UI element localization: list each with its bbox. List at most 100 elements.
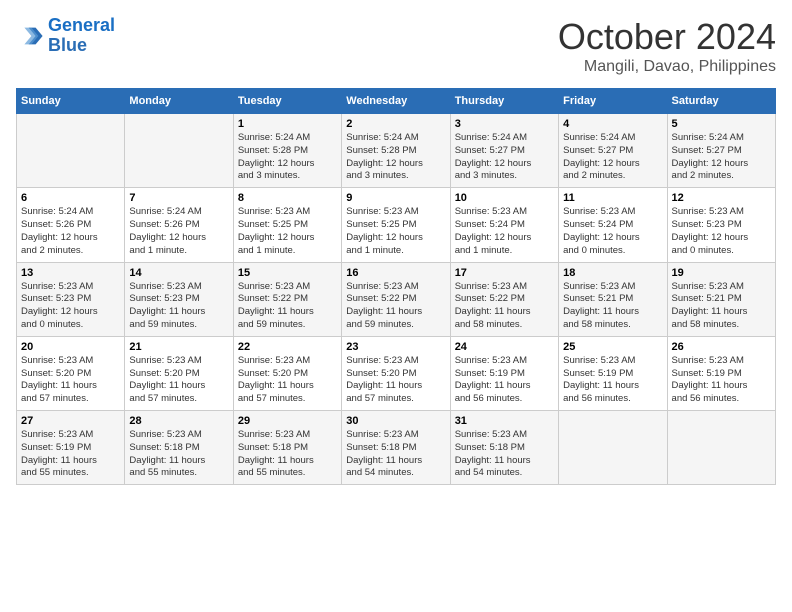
calendar-cell: 9 Sunrise: 5:23 AM Sunset: 5:25 PM Daylig…	[342, 188, 450, 262]
day-info: Sunrise: 5:23 AM Sunset: 5:19 PM Dayligh…	[21, 429, 120, 480]
calendar-cell: 21 Sunrise: 5:23 AM Sunset: 5:20 PM Dayli…	[125, 336, 233, 410]
day-info: Sunrise: 5:23 AM Sunset: 5:22 PM Dayligh…	[455, 281, 554, 332]
day-info: Sunrise: 5:23 AM Sunset: 5:19 PM Dayligh…	[455, 355, 554, 406]
day-info: Sunrise: 5:23 AM Sunset: 5:23 PM Dayligh…	[129, 281, 228, 332]
day-info: Sunrise: 5:23 AM Sunset: 5:21 PM Dayligh…	[563, 281, 662, 332]
day-number: 14	[129, 267, 228, 279]
day-info: Sunrise: 5:23 AM Sunset: 5:20 PM Dayligh…	[238, 355, 337, 406]
calendar-week-row: 6 Sunrise: 5:24 AM Sunset: 5:26 PM Daylig…	[17, 188, 776, 262]
day-number: 6	[21, 192, 120, 204]
day-number: 29	[238, 415, 337, 427]
day-info: Sunrise: 5:23 AM Sunset: 5:20 PM Dayligh…	[129, 355, 228, 406]
day-number: 22	[238, 341, 337, 353]
weekday-header-thursday: Thursday	[450, 89, 558, 114]
day-number: 8	[238, 192, 337, 204]
calendar-cell: 3Sunrise: 5:24 AM Sunset: 5:27 PM Daylig…	[450, 114, 558, 188]
calendar-week-row: 13 Sunrise: 5:23 AM Sunset: 5:23 PM Dayli…	[17, 262, 776, 336]
day-number: 18	[563, 267, 662, 279]
calendar-cell: 24Sunrise: 5:23 AM Sunset: 5:19 PM Dayli…	[450, 336, 558, 410]
calendar-cell: 6 Sunrise: 5:24 AM Sunset: 5:26 PM Daylig…	[17, 188, 125, 262]
calendar-cell: 19 Sunrise: 5:23 AM Sunset: 5:21 PM Dayli…	[667, 262, 775, 336]
day-number: 1	[238, 118, 337, 130]
weekday-header-tuesday: Tuesday	[233, 89, 341, 114]
logo-blue: Blue	[48, 35, 87, 55]
day-info: Sunrise: 5:24 AM Sunset: 5:26 PM Dayligh…	[129, 206, 228, 257]
weekday-header-friday: Friday	[559, 89, 667, 114]
calendar-cell: 25Sunrise: 5:23 AM Sunset: 5:19 PM Dayli…	[559, 336, 667, 410]
day-number: 9	[346, 192, 445, 204]
title-area: October 2024 Mangili, Davao, Philippines	[558, 16, 776, 76]
calendar-cell: 14 Sunrise: 5:23 AM Sunset: 5:23 PM Dayli…	[125, 262, 233, 336]
calendar-cell	[125, 114, 233, 188]
calendar-cell: 2 Sunrise: 5:24 AM Sunset: 5:28 PM Daylig…	[342, 114, 450, 188]
day-number: 4	[563, 118, 662, 130]
day-number: 10	[455, 192, 554, 204]
weekday-header-monday: Monday	[125, 89, 233, 114]
calendar-cell: 12 Sunrise: 5:23 AM Sunset: 5:23 PM Dayli…	[667, 188, 775, 262]
weekday-header-sunday: Sunday	[17, 89, 125, 114]
calendar-cell: 30 Sunrise: 5:23 AM Sunset: 5:18 PM Dayli…	[342, 411, 450, 485]
calendar-cell: 16 Sunrise: 5:23 AM Sunset: 5:22 PM Dayli…	[342, 262, 450, 336]
day-info: Sunrise: 5:23 AM Sunset: 5:18 PM Dayligh…	[238, 429, 337, 480]
day-info: Sunrise: 5:24 AM Sunset: 5:28 PM Dayligh…	[238, 132, 337, 183]
day-number: 28	[129, 415, 228, 427]
day-info: Sunrise: 5:23 AM Sunset: 5:22 PM Dayligh…	[346, 281, 445, 332]
day-number: 12	[672, 192, 771, 204]
day-info: Sunrise: 5:23 AM Sunset: 5:25 PM Dayligh…	[238, 206, 337, 257]
day-info: Sunrise: 5:23 AM Sunset: 5:18 PM Dayligh…	[455, 429, 554, 480]
calendar-cell: 29 Sunrise: 5:23 AM Sunset: 5:18 PM Dayli…	[233, 411, 341, 485]
day-number: 26	[672, 341, 771, 353]
day-info: Sunrise: 5:23 AM Sunset: 5:19 PM Dayligh…	[563, 355, 662, 406]
calendar-cell: 18 Sunrise: 5:23 AM Sunset: 5:21 PM Dayli…	[559, 262, 667, 336]
calendar-table: SundayMondayTuesdayWednesdayThursdayFrid…	[16, 88, 776, 485]
logo-general: General	[48, 15, 115, 35]
day-number: 19	[672, 267, 771, 279]
calendar-cell: 8 Sunrise: 5:23 AM Sunset: 5:25 PM Daylig…	[233, 188, 341, 262]
calendar-cell	[559, 411, 667, 485]
calendar-cell: 7 Sunrise: 5:24 AM Sunset: 5:26 PM Daylig…	[125, 188, 233, 262]
day-info: Sunrise: 5:23 AM Sunset: 5:23 PM Dayligh…	[21, 281, 120, 332]
day-number: 23	[346, 341, 445, 353]
day-info: Sunrise: 5:23 AM Sunset: 5:20 PM Dayligh…	[346, 355, 445, 406]
calendar-week-row: 27Sunrise: 5:23 AM Sunset: 5:19 PM Dayli…	[17, 411, 776, 485]
day-info: Sunrise: 5:23 AM Sunset: 5:25 PM Dayligh…	[346, 206, 445, 257]
day-number: 17	[455, 267, 554, 279]
day-info: Sunrise: 5:23 AM Sunset: 5:22 PM Dayligh…	[238, 281, 337, 332]
day-info: Sunrise: 5:23 AM Sunset: 5:18 PM Dayligh…	[129, 429, 228, 480]
day-number: 3	[455, 118, 554, 130]
calendar-week-row: 20 Sunrise: 5:23 AM Sunset: 5:20 PM Dayli…	[17, 336, 776, 410]
day-info: Sunrise: 5:24 AM Sunset: 5:27 PM Dayligh…	[672, 132, 771, 183]
day-info: Sunrise: 5:24 AM Sunset: 5:28 PM Dayligh…	[346, 132, 445, 183]
day-info: Sunrise: 5:24 AM Sunset: 5:27 PM Dayligh…	[563, 132, 662, 183]
calendar-cell: 31Sunrise: 5:23 AM Sunset: 5:18 PM Dayli…	[450, 411, 558, 485]
day-info: Sunrise: 5:23 AM Sunset: 5:18 PM Dayligh…	[346, 429, 445, 480]
calendar-cell: 27Sunrise: 5:23 AM Sunset: 5:19 PM Dayli…	[17, 411, 125, 485]
day-info: Sunrise: 5:24 AM Sunset: 5:26 PM Dayligh…	[21, 206, 120, 257]
calendar-cell: 22 Sunrise: 5:23 AM Sunset: 5:20 PM Dayli…	[233, 336, 341, 410]
day-number: 13	[21, 267, 120, 279]
calendar-week-row: 1 Sunrise: 5:24 AM Sunset: 5:28 PM Daylig…	[17, 114, 776, 188]
day-number: 21	[129, 341, 228, 353]
calendar-cell: 20 Sunrise: 5:23 AM Sunset: 5:20 PM Dayli…	[17, 336, 125, 410]
calendar-cell: 26Sunrise: 5:23 AM Sunset: 5:19 PM Dayli…	[667, 336, 775, 410]
calendar-cell: 4 Sunrise: 5:24 AM Sunset: 5:27 PM Daylig…	[559, 114, 667, 188]
day-number: 11	[563, 192, 662, 204]
calendar-cell: 28 Sunrise: 5:23 AM Sunset: 5:18 PM Dayli…	[125, 411, 233, 485]
calendar-cell: 15Sunrise: 5:23 AM Sunset: 5:22 PM Dayli…	[233, 262, 341, 336]
day-number: 30	[346, 415, 445, 427]
day-number: 20	[21, 341, 120, 353]
calendar-cell: 13 Sunrise: 5:23 AM Sunset: 5:23 PM Dayli…	[17, 262, 125, 336]
calendar-cell: 10Sunrise: 5:23 AM Sunset: 5:24 PM Dayli…	[450, 188, 558, 262]
day-info: Sunrise: 5:23 AM Sunset: 5:23 PM Dayligh…	[672, 206, 771, 257]
day-number: 16	[346, 267, 445, 279]
calendar-cell	[17, 114, 125, 188]
calendar-cell: 1 Sunrise: 5:24 AM Sunset: 5:28 PM Daylig…	[233, 114, 341, 188]
month-title: October 2024	[558, 16, 776, 58]
calendar-cell: 17 Sunrise: 5:23 AM Sunset: 5:22 PM Dayli…	[450, 262, 558, 336]
calendar-cell: 11Sunrise: 5:23 AM Sunset: 5:24 PM Dayli…	[559, 188, 667, 262]
day-info: Sunrise: 5:23 AM Sunset: 5:21 PM Dayligh…	[672, 281, 771, 332]
day-info: Sunrise: 5:23 AM Sunset: 5:20 PM Dayligh…	[21, 355, 120, 406]
day-number: 2	[346, 118, 445, 130]
day-number: 5	[672, 118, 771, 130]
day-number: 7	[129, 192, 228, 204]
